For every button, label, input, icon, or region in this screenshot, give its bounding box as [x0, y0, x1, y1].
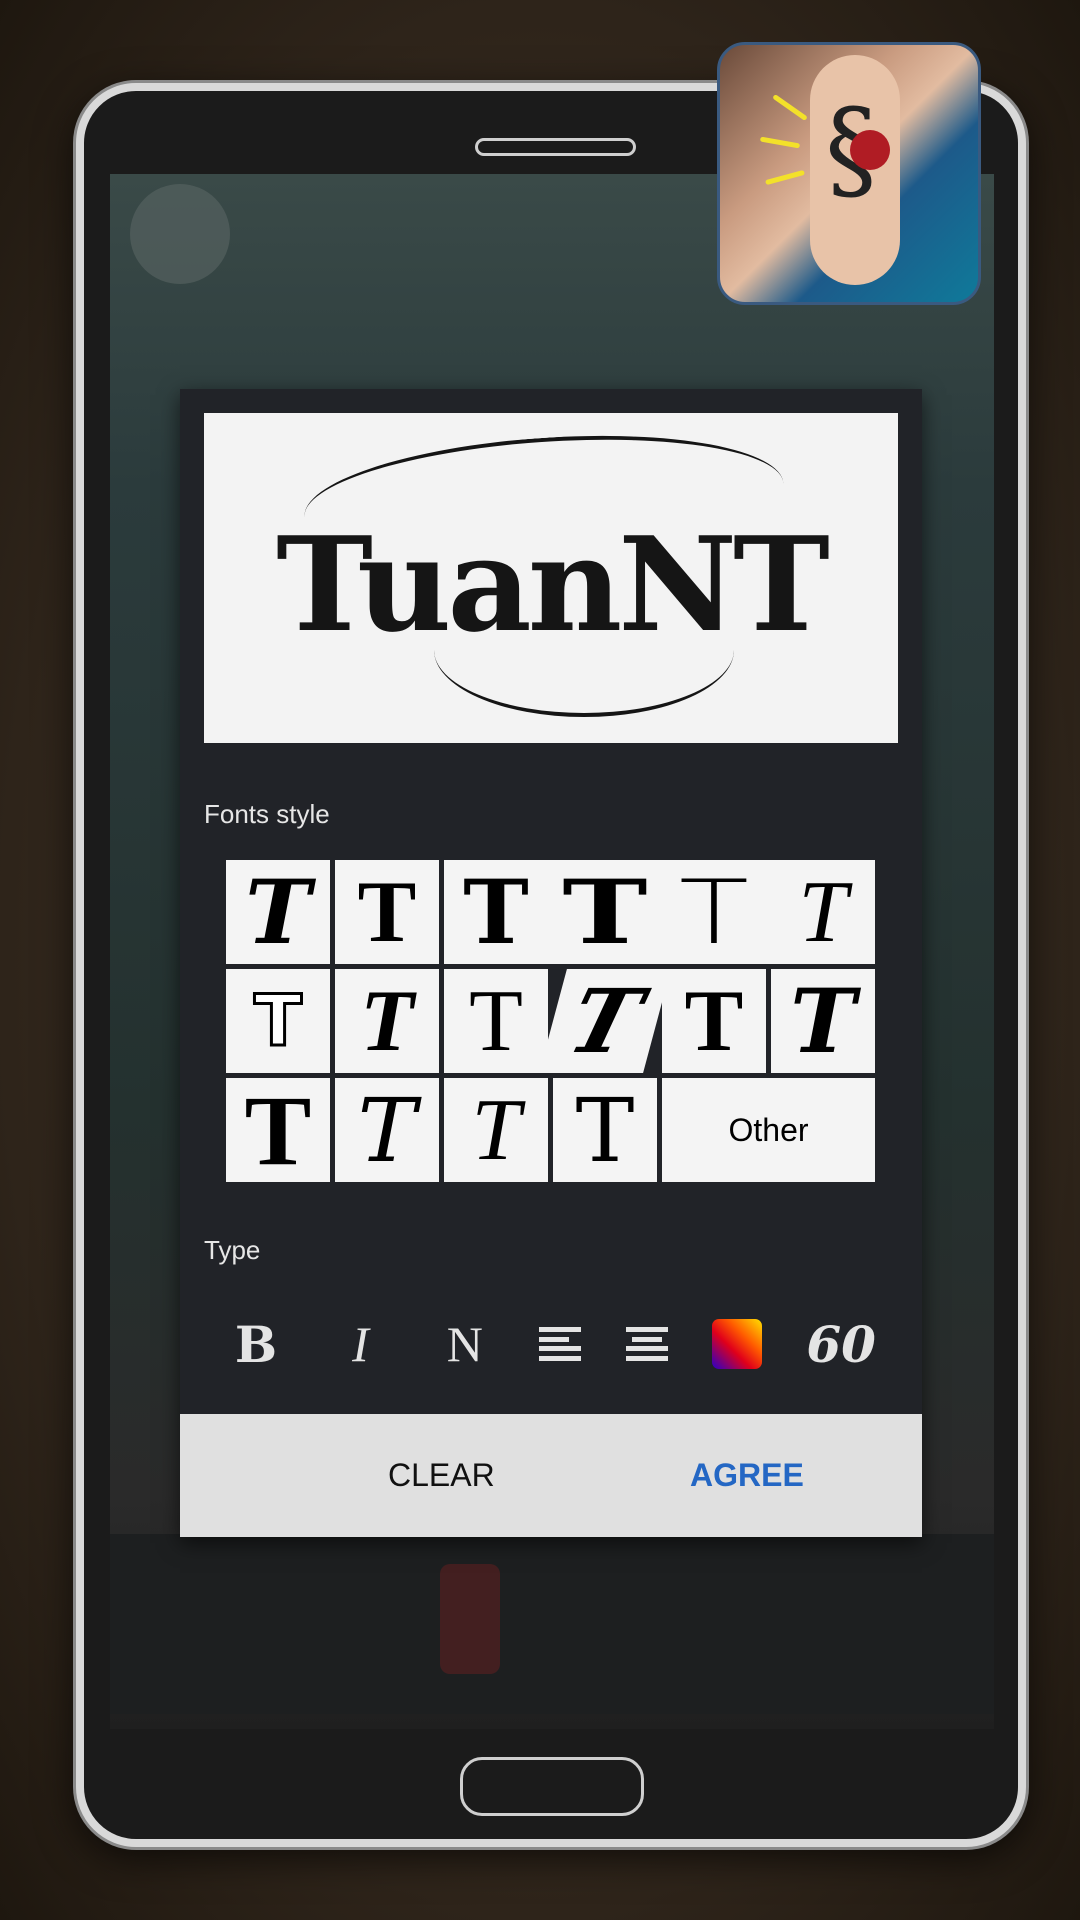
fonts-style-label: Fonts style [204, 799, 330, 829]
text-preview: TuanNT [204, 413, 898, 743]
align-left-icon[interactable] [539, 1327, 582, 1361]
rose-image [850, 130, 890, 170]
italic-button[interactable]: I [330, 1315, 390, 1373]
normal-button[interactable]: N [435, 1315, 495, 1373]
text-style-dialog: TuanNT Fonts style T T T T T T T T T T T… [180, 389, 922, 1537]
font-option[interactable]: T [444, 969, 548, 1073]
font-option[interactable]: T [553, 1078, 657, 1182]
preview-text: TuanNT [276, 508, 830, 661]
font-option[interactable]: T [226, 969, 330, 1073]
font-option[interactable]: T [335, 1078, 439, 1182]
font-size-button[interactable]: 60 [806, 1315, 876, 1374]
bold-button[interactable]: B [226, 1315, 286, 1374]
font-option[interactable]: T [646, 860, 782, 964]
clear-button[interactable]: CLEAR [388, 1414, 495, 1537]
blurred-bottom-menu [110, 1534, 994, 1714]
font-option[interactable]: T [335, 860, 439, 964]
other-fonts-button[interactable]: Other [662, 1078, 875, 1182]
font-option[interactable]: T [444, 1078, 548, 1182]
phone-speaker [475, 138, 636, 156]
font-option[interactable]: T [771, 969, 875, 1073]
phone-home-button [460, 1757, 644, 1816]
agree-button[interactable]: AGREE [690, 1414, 804, 1537]
font-option[interactable]: T [444, 860, 548, 964]
font-option[interactable]: T [226, 1078, 330, 1182]
type-toolbar: B I N 60 [226, 1309, 876, 1379]
blurred-cross-icon [440, 1564, 500, 1674]
dialog-button-bar: CLEAR AGREE [180, 1414, 922, 1537]
blurred-back-button [130, 184, 230, 284]
highlight-ray [759, 136, 801, 149]
highlight-ray [765, 169, 805, 186]
highlight-ray [772, 93, 808, 122]
font-option[interactable]: T [771, 860, 875, 964]
align-center-icon[interactable] [625, 1327, 668, 1361]
font-grid: T T T T T T T T T T T T T T T T Other [226, 860, 875, 1182]
color-picker-button[interactable] [711, 1319, 762, 1369]
font-option[interactable]: T [226, 860, 330, 964]
font-option[interactable]: T [539, 969, 671, 1073]
font-option[interactable]: T [662, 969, 766, 1073]
type-label: Type [204, 1235, 261, 1265]
app-icon-thumbnail: § [717, 42, 981, 305]
font-option[interactable]: T [335, 969, 439, 1073]
